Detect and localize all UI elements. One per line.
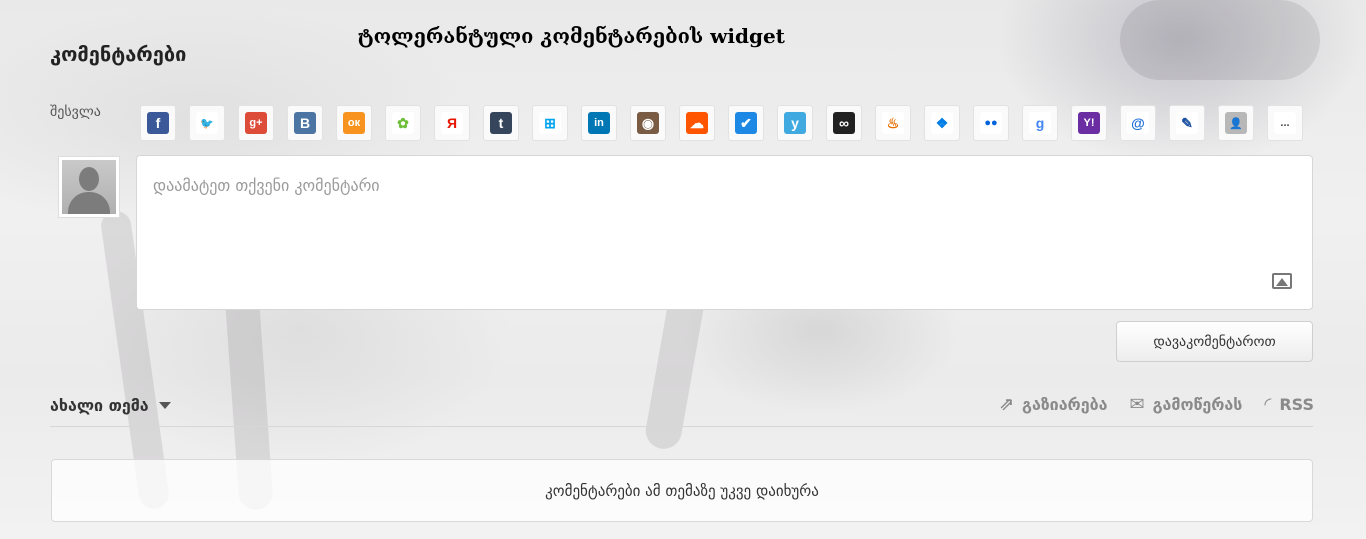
google-plus-icon: g+ [245,112,267,134]
mail-agent-icon: ✿ [392,112,414,134]
subscribe-label: გამოწერას [1152,395,1243,414]
foursquare-check-login-button[interactable]: ✔ [728,105,764,141]
yammer-login-button[interactable]: y [777,105,813,141]
instagram-login-button[interactable]: ◉ [630,105,666,141]
java-openid-login-button[interactable]: ♨ [875,105,911,141]
tumblr-icon: t [490,112,512,134]
linkedin-login-button[interactable]: in [581,105,617,141]
share-button[interactable]: ⇗ გაზიარება [999,394,1108,415]
comment-placeholder: დაამატეთ თქვენი კომენტარი [153,176,380,195]
livejournal-pencil-icon: ✎ [1176,112,1198,134]
tumblr-login-button[interactable]: t [483,105,519,141]
facebook-login-button[interactable]: f [140,105,176,141]
share-label: გაზიარება [1022,395,1108,414]
windows-live-login-button[interactable]: ⊞ [532,105,568,141]
twitter-login-button[interactable]: 🐦 [189,105,225,141]
google-icon: g [1029,112,1051,134]
attach-image-icon[interactable] [1272,273,1292,289]
avatar [58,156,120,218]
vkontakte-icon: B [294,112,316,134]
soundcloud-icon: ☁ [686,112,708,134]
foursquare-check-icon: ✔ [735,112,757,134]
java-openid-icon: ♨ [882,112,904,134]
odnoklassniki-icon: ок [343,112,365,134]
windows-live-icon: ⊞ [539,112,561,134]
rss-button[interactable]: ◜ RSS [1264,394,1314,415]
facebook-icon: f [147,112,169,134]
divider [50,426,1313,427]
more-login-button[interactable]: ... [1267,105,1303,141]
yahoo-login-button[interactable]: Y! [1071,105,1107,141]
flickr-login-button[interactable]: ●● [973,105,1009,141]
sort-dropdown[interactable]: ახალი თემა [50,396,171,415]
yandex-login-button[interactable]: Я [434,105,470,141]
default-user-avatar-icon [62,160,116,214]
thread-actions: ⇗ გაზიარება ✉ გამოწერას ◜ RSS [977,394,1314,415]
more-icon: ... [1274,112,1296,134]
instagram-icon: ◉ [637,112,659,134]
background-streak [1120,0,1320,80]
soundcloud-login-button[interactable]: ☁ [679,105,715,141]
widget-banner-title: ტოლერანტული კომენტარების widget [358,24,785,48]
caret-down-icon [158,402,171,409]
twitter-icon: 🐦 [196,112,218,134]
linkedin-icon: in [588,112,610,134]
lastfm-icon: ∞ [833,112,855,134]
rss-label: RSS [1279,395,1314,414]
sort-label: ახალი თემა [50,396,149,415]
email-at-login-button[interactable]: @ [1120,105,1156,141]
yandex-icon: Я [441,112,463,134]
flickr-icon: ●● [980,112,1002,134]
dropbox-login-button[interactable]: ❖ [924,105,960,141]
comment-input[interactable]: დაამატეთ თქვენი კომენტარი [136,155,1313,310]
envelope-icon: ✉ [1129,394,1145,415]
lastfm-login-button[interactable]: ∞ [826,105,862,141]
google-plus-login-button[interactable]: g+ [238,105,274,141]
subscribe-button[interactable]: ✉ გამოწერას [1129,394,1242,415]
dropbox-icon: ❖ [931,112,953,134]
livejournal-pencil-login-button[interactable]: ✎ [1169,105,1205,141]
guest-user-login-button[interactable]: 👤 [1218,105,1254,141]
rss-icon: ◜ [1264,394,1272,415]
yammer-icon: y [784,112,806,134]
odnoklassniki-login-button[interactable]: ок [336,105,372,141]
google-login-button[interactable]: g [1022,105,1058,141]
vkontakte-login-button[interactable]: B [287,105,323,141]
mail-agent-login-button[interactable]: ✿ [385,105,421,141]
email-at-icon: @ [1127,112,1149,134]
share-icon: ⇗ [998,394,1015,415]
comments-closed-notice: კომენტარები ამ თემაზე უკვე დაიხურა [51,459,1313,522]
yahoo-icon: Y! [1078,112,1100,134]
comments-heading: კომენტარები [50,42,187,66]
comments-closed-text: კომენტარები ამ თემაზე უკვე დაიხურა [545,481,819,500]
login-label: შესვლა [50,104,101,120]
post-comment-button[interactable]: დავაკომენტაროთ [1116,321,1313,362]
guest-user-icon: 👤 [1225,112,1247,134]
